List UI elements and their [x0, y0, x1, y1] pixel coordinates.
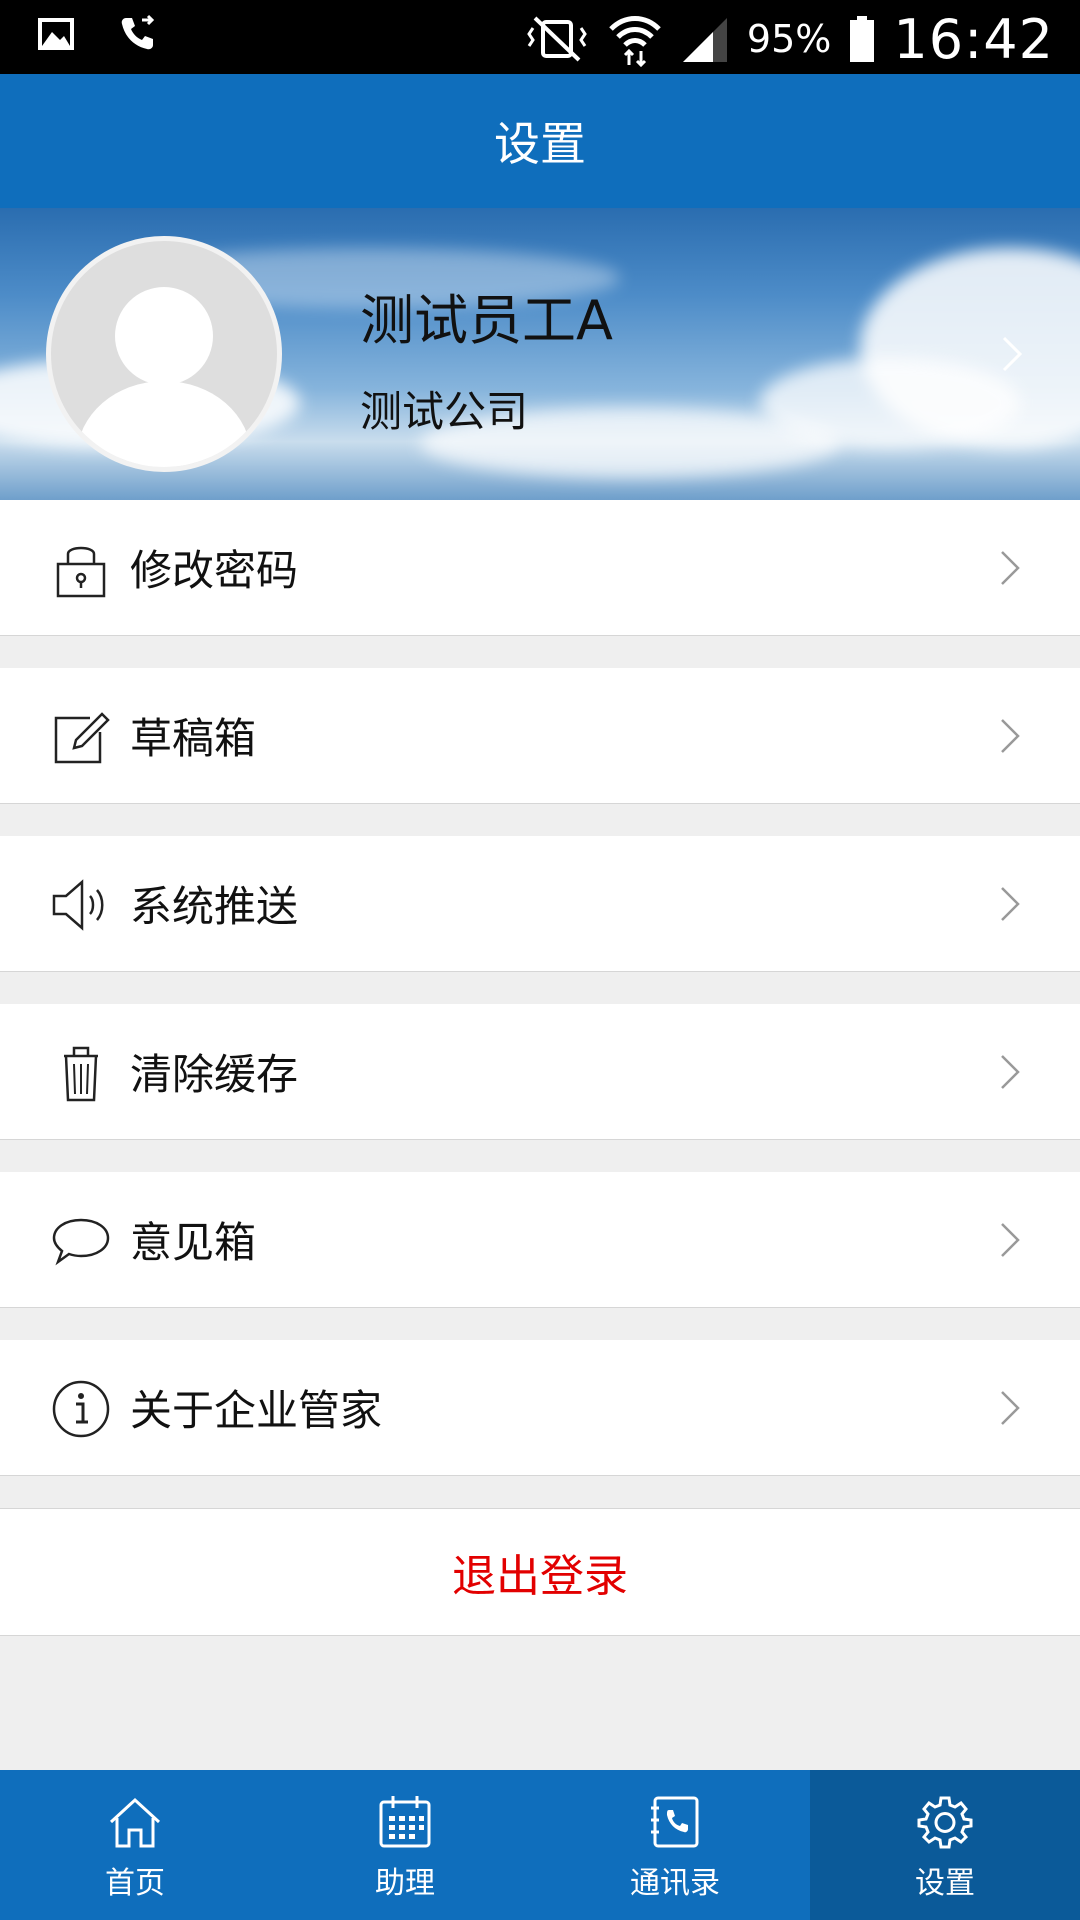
tab-contacts[interactable]: 通讯录 — [540, 1770, 810, 1920]
chevron-right-icon — [1001, 1391, 1020, 1425]
battery-percent: 95% — [746, 17, 832, 61]
profile-name: 测试员工A — [360, 289, 613, 352]
avatar-body — [77, 381, 251, 467]
gear-icon — [917, 1796, 973, 1849]
menu-item-change-password[interactable]: 修改密码 — [0, 500, 1080, 636]
tab-settings[interactable]: 设置 — [810, 1770, 1080, 1920]
settings-menu: 修改密码 草稿箱 系统推送 清除缓存 意见箱 关于企业管家 — [0, 500, 1080, 1476]
chevron-right-icon — [1001, 1055, 1020, 1089]
app-bar: 设置 — [0, 74, 1080, 208]
tab-home[interactable]: 首页 — [0, 1770, 270, 1920]
home-icon — [109, 1797, 161, 1848]
chevron-right-icon — [1001, 551, 1020, 585]
tab-label: 助理 — [375, 1866, 435, 1901]
phone-forward-icon — [121, 14, 155, 50]
tab-assistant[interactable]: 助理 — [270, 1770, 540, 1920]
speaker-icon — [52, 879, 104, 931]
tab-label: 设置 — [915, 1866, 975, 1901]
profile-card[interactable]: 测试员工A 测试公司 — [0, 208, 1080, 500]
profile-company: 测试公司 — [360, 387, 529, 436]
edit-icon — [54, 712, 110, 764]
section-gap — [0, 804, 1080, 836]
sky-cloud — [760, 358, 1020, 448]
avatar-head — [115, 287, 213, 385]
menu-item-system-push[interactable]: 系统推送 — [0, 836, 1080, 972]
chevron-right-icon — [1001, 1223, 1020, 1257]
clock: 16:42 — [893, 7, 1054, 71]
chevron-right-icon[interactable] — [1000, 334, 1024, 374]
menu-item-feedback[interactable]: 意见箱 — [0, 1172, 1080, 1308]
logout-button[interactable]: 退出登录 — [0, 1508, 1080, 1636]
lock-icon — [56, 546, 106, 598]
tab-label: 首页 — [105, 1866, 165, 1901]
info-icon — [52, 1380, 110, 1438]
vibrate-mute-icon — [527, 16, 587, 62]
gallery-icon — [38, 18, 74, 50]
trash-icon — [64, 1046, 98, 1102]
tab-label: 通讯录 — [630, 1866, 720, 1901]
calendar-icon — [379, 1796, 431, 1848]
contacts-icon — [651, 1796, 699, 1848]
menu-item-label: 系统推送 — [130, 882, 299, 931]
wifi-icon — [609, 16, 661, 67]
battery-icon — [850, 16, 875, 62]
section-gap — [0, 972, 1080, 1004]
logout-label: 退出登录 — [452, 1551, 628, 1602]
section-gap — [0, 1140, 1080, 1172]
menu-item-label: 清除缓存 — [130, 1050, 299, 1099]
chevron-right-icon — [1001, 887, 1020, 921]
bottom-tab-bar: 首页 助理 通讯录 设置 — [0, 1770, 1080, 1920]
menu-item-label: 修改密码 — [130, 546, 299, 595]
section-gap — [0, 636, 1080, 668]
signal-icon — [682, 18, 727, 62]
menu-item-label: 意见箱 — [130, 1218, 257, 1267]
status-bar: 95% 16:42 — [0, 0, 1080, 74]
chevron-right-icon — [1001, 719, 1020, 753]
chat-bubble-icon — [52, 1218, 110, 1266]
menu-item-clear-cache[interactable]: 清除缓存 — [0, 1004, 1080, 1140]
menu-item-label: 关于企业管家 — [130, 1386, 383, 1435]
avatar[interactable] — [46, 236, 282, 472]
page-title: 设置 — [494, 117, 586, 171]
menu-item-about[interactable]: 关于企业管家 — [0, 1340, 1080, 1476]
section-gap — [0, 1308, 1080, 1340]
menu-item-label: 草稿箱 — [130, 714, 257, 763]
menu-item-drafts[interactable]: 草稿箱 — [0, 668, 1080, 804]
